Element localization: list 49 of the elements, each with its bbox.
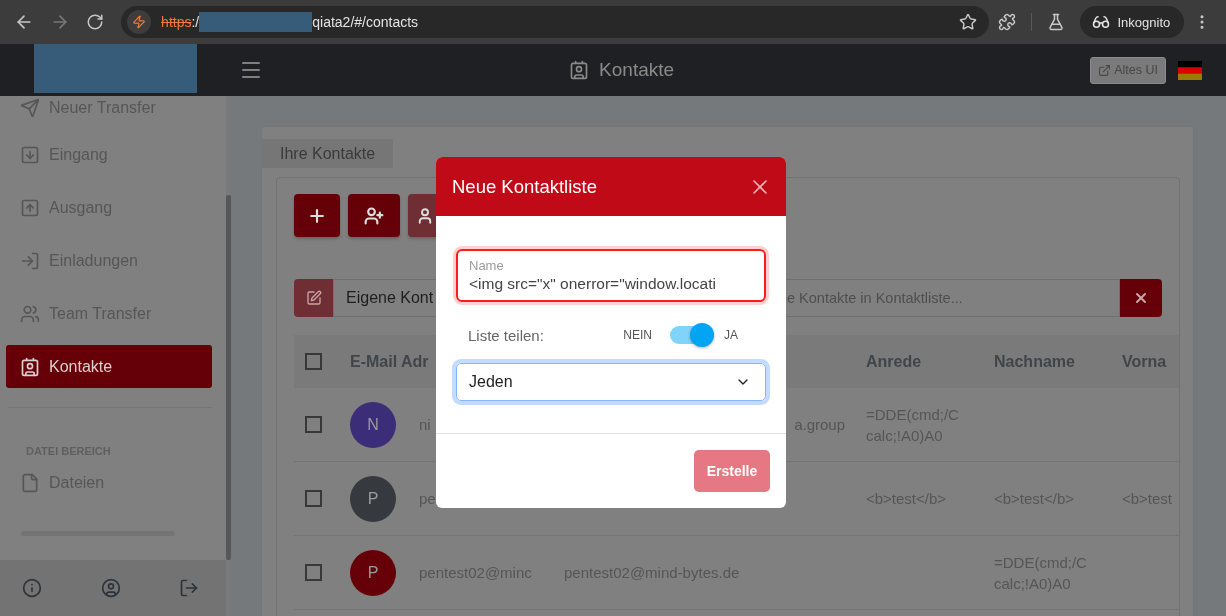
page-title: Kontakte	[599, 59, 675, 81]
edit-icon	[305, 290, 322, 306]
profile-button[interactable]: Inkognito	[1079, 6, 1185, 38]
checkbox[interactable]	[305, 353, 322, 370]
arrow-up-square-icon	[20, 197, 40, 218]
close-icon	[1133, 290, 1149, 306]
site-info-icon[interactable]	[127, 10, 152, 34]
bookmark-star-icon[interactable]	[959, 13, 978, 31]
avatar: N	[350, 401, 396, 448]
column-header: E-Mail Adr	[349, 352, 430, 371]
checkbox[interactable]	[305, 564, 322, 581]
address-bar[interactable]: https:/ qiata2/#/contacts	[121, 6, 990, 38]
column-header: Anrede	[865, 352, 923, 371]
toggle-off-label: NEIN	[623, 328, 652, 342]
send-icon	[20, 98, 40, 118]
info-icon[interactable]	[22, 578, 42, 598]
external-link-icon	[1098, 63, 1112, 77]
toolbar-button[interactable]	[294, 194, 340, 237]
toggle-on-label: JA	[724, 328, 738, 342]
name-field[interactable]: Name <img src="x" onerror="window.locati	[456, 249, 766, 302]
share-label: Liste teilen:	[468, 326, 545, 344]
contact-card-icon	[20, 356, 40, 377]
user-plus-icon	[364, 205, 384, 226]
sidebar-item[interactable]: Kontakte	[6, 345, 212, 388]
checkbox[interactable]	[305, 490, 322, 507]
login-icon	[20, 250, 40, 271]
glasses-icon	[1091, 13, 1110, 31]
toolbar-button[interactable]	[348, 194, 400, 237]
dialog-title: Neue Kontaktliste	[452, 175, 597, 198]
url-scheme: https	[161, 14, 192, 30]
clear-button[interactable]	[1120, 279, 1162, 317]
share-toggle[interactable]	[670, 326, 714, 344]
logout-icon[interactable]	[179, 578, 199, 598]
edit-button[interactable]	[294, 279, 333, 317]
arrow-down-square-icon	[20, 144, 40, 165]
user-icon	[416, 206, 434, 225]
user-icon[interactable]	[100, 578, 121, 598]
column-header: Vorna	[1121, 352, 1168, 371]
file-icon	[20, 473, 40, 493]
column-header: Nachname	[993, 352, 1076, 371]
avatar: P	[350, 549, 396, 596]
checkbox[interactable]	[305, 416, 322, 433]
tab[interactable]: Ihre Kontakte	[262, 139, 394, 168]
url-text: :/	[191, 14, 200, 30]
contact-card-icon	[569, 60, 590, 80]
url-path: qiata2/#/contacts	[312, 14, 419, 30]
flag-icon[interactable]	[1178, 60, 1202, 80]
avatar: P	[350, 475, 396, 522]
users-icon	[20, 303, 40, 324]
